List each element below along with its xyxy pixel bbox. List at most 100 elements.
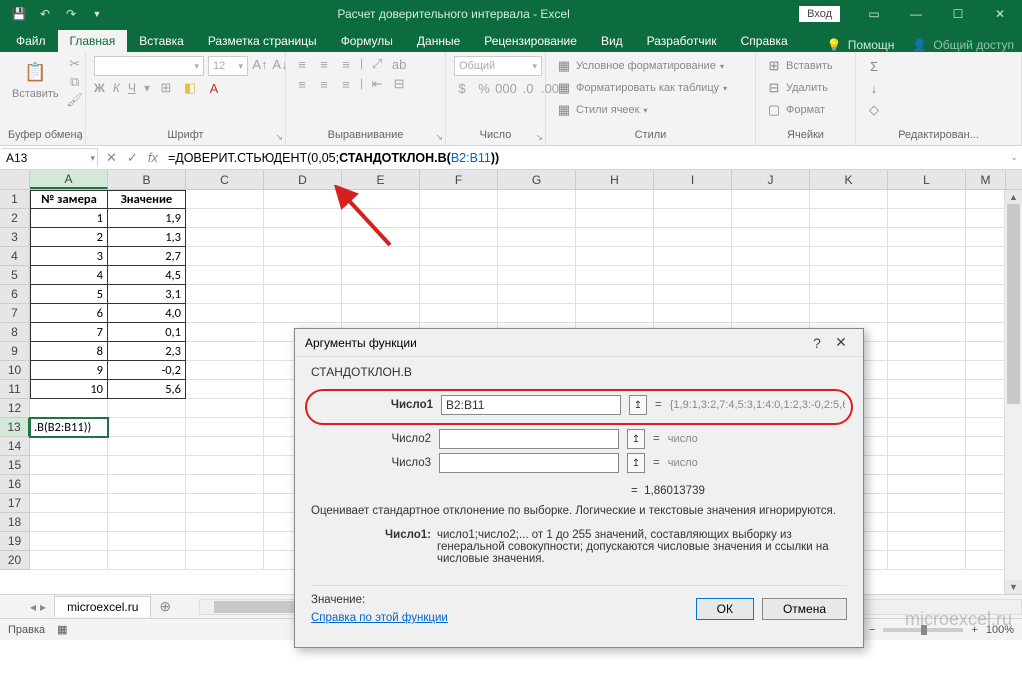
cell[interactable]: [576, 266, 654, 285]
cell[interactable]: [888, 209, 966, 228]
cell[interactable]: [108, 399, 186, 418]
format-painter-icon[interactable]: 🖌: [67, 92, 83, 108]
cell[interactable]: 5: [30, 285, 108, 304]
sheet-tab[interactable]: microexcel.ru: [54, 596, 151, 617]
arg3-input[interactable]: [439, 453, 619, 473]
col-header-J[interactable]: J: [732, 170, 810, 189]
row-header[interactable]: 15: [0, 456, 30, 475]
tab-review[interactable]: Рецензирование: [472, 30, 589, 52]
cell[interactable]: [342, 285, 420, 304]
bold-button[interactable]: Ж: [94, 81, 105, 95]
row-header[interactable]: 6: [0, 285, 30, 304]
cell[interactable]: [888, 266, 966, 285]
cell[interactable]: [342, 209, 420, 228]
row-header[interactable]: 16: [0, 475, 30, 494]
cell[interactable]: [732, 304, 810, 323]
cell[interactable]: [30, 456, 108, 475]
clear-button[interactable]: ◇: [864, 100, 884, 120]
namebox-dropdown-icon[interactable]: ▾: [90, 153, 95, 164]
sheet-nav-next-icon[interactable]: ▸: [40, 600, 46, 614]
cell[interactable]: [30, 532, 108, 551]
share-label[interactable]: Общий доступ: [933, 38, 1014, 52]
cell[interactable]: [420, 190, 498, 209]
align-left-icon[interactable]: ≡: [294, 76, 310, 92]
paste-button[interactable]: 📋 Вставить: [8, 56, 63, 102]
dialog-titlebar[interactable]: Аргументы функции ? ✕: [295, 329, 863, 357]
fill-color-icon[interactable]: ◧: [182, 80, 198, 96]
cell[interactable]: [264, 209, 342, 228]
arg1-ref-icon[interactable]: ↥: [629, 395, 647, 415]
cell[interactable]: 0,1: [108, 323, 186, 342]
cell[interactable]: Значение: [108, 190, 186, 209]
cell[interactable]: [888, 532, 966, 551]
cell[interactable]: [108, 418, 186, 437]
tab-insert[interactable]: Вставка: [127, 30, 196, 52]
tell-me-label[interactable]: Помощн: [848, 38, 895, 52]
cell[interactable]: [186, 209, 264, 228]
row-header[interactable]: 1: [0, 190, 30, 209]
zoom-slider[interactable]: [883, 628, 963, 632]
macro-record-icon[interactable]: ▦: [57, 623, 67, 636]
align-right-icon[interactable]: ≡: [338, 76, 354, 92]
inc-decimal-icon[interactable]: .0: [520, 80, 536, 96]
cell[interactable]: [888, 551, 966, 570]
cell[interactable]: [108, 513, 186, 532]
row-header[interactable]: 4: [0, 247, 30, 266]
cell[interactable]: [966, 494, 1006, 513]
dialog-close-icon[interactable]: ✕: [829, 334, 853, 351]
cell[interactable]: [264, 190, 342, 209]
cell[interactable]: [576, 228, 654, 247]
cell[interactable]: [186, 361, 264, 380]
format-table-button[interactable]: ▦Форматировать как таблицу▾: [554, 78, 729, 98]
cell[interactable]: [888, 456, 966, 475]
formula-input[interactable]: =ДОВЕРИТ.СТЬЮДЕНТ(0,05;СТАНДОТКЛОН.В(B2:…: [164, 146, 1022, 169]
cell[interactable]: [810, 304, 888, 323]
cell[interactable]: [108, 456, 186, 475]
cell[interactable]: [966, 551, 1006, 570]
cell[interactable]: [576, 190, 654, 209]
cell[interactable]: [654, 209, 732, 228]
font-name-dropdown[interactable]: ▾: [94, 56, 204, 76]
number-launcher-icon[interactable]: ↘: [535, 132, 543, 143]
cell[interactable]: [888, 247, 966, 266]
cell[interactable]: [654, 266, 732, 285]
cell[interactable]: [732, 266, 810, 285]
cell[interactable]: [888, 361, 966, 380]
cell[interactable]: [186, 437, 264, 456]
row-header[interactable]: 14: [0, 437, 30, 456]
increase-font-icon[interactable]: A↑: [252, 56, 268, 72]
cell[interactable]: [888, 494, 966, 513]
dialog-help-icon[interactable]: ?: [805, 335, 829, 351]
cell[interactable]: [108, 475, 186, 494]
cell[interactable]: [498, 304, 576, 323]
cell[interactable]: [732, 190, 810, 209]
font-launcher-icon[interactable]: ↘: [275, 132, 283, 143]
tab-developer[interactable]: Разработчик: [635, 30, 729, 52]
tab-data[interactable]: Данные: [405, 30, 472, 52]
cell[interactable]: [810, 228, 888, 247]
name-box[interactable]: A13 ▾: [2, 148, 98, 167]
cell[interactable]: [186, 323, 264, 342]
comma-icon[interactable]: 000: [498, 80, 514, 96]
col-header-C[interactable]: C: [186, 170, 264, 189]
row-header[interactable]: 3: [0, 228, 30, 247]
ok-button[interactable]: ОК: [696, 598, 754, 620]
zoom-in-icon[interactable]: +: [971, 624, 977, 636]
cell[interactable]: 2: [30, 228, 108, 247]
tab-file[interactable]: Файл: [4, 30, 58, 52]
underline-button[interactable]: Ч: [128, 81, 136, 95]
cell[interactable]: [810, 247, 888, 266]
cell[interactable]: [186, 304, 264, 323]
col-header-F[interactable]: F: [420, 170, 498, 189]
cell[interactable]: 1,3: [108, 228, 186, 247]
cancel-button[interactable]: Отмена: [762, 598, 847, 620]
arg2-ref-icon[interactable]: ↥: [627, 429, 645, 449]
cell[interactable]: [30, 399, 108, 418]
cell[interactable]: [186, 380, 264, 399]
qat-customize-icon[interactable]: ▼: [86, 3, 108, 25]
cell[interactable]: 7: [30, 323, 108, 342]
cell[interactable]: 1,9: [108, 209, 186, 228]
cell[interactable]: [966, 342, 1006, 361]
cell[interactable]: [342, 304, 420, 323]
minimize-icon[interactable]: —: [896, 0, 936, 28]
